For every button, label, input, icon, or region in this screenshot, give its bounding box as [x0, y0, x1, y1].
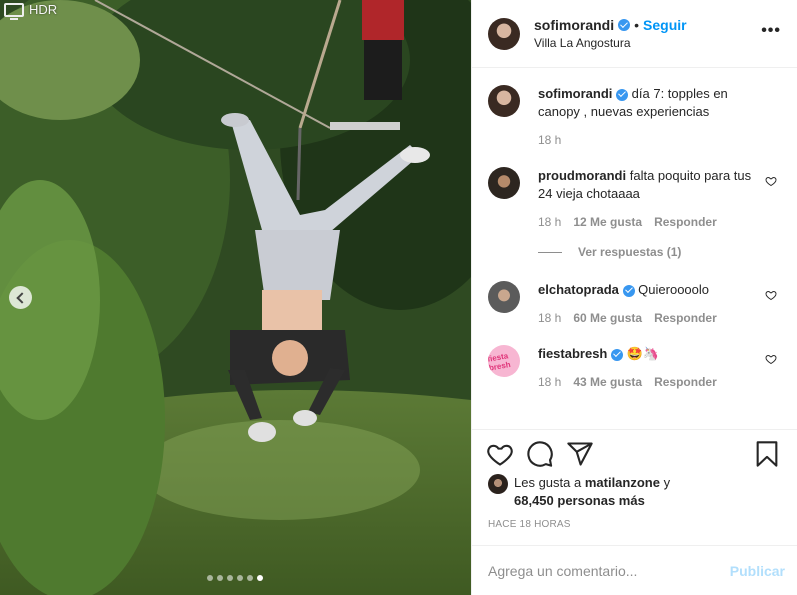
comment-likes[interactable]: 12 Me gusta — [573, 213, 642, 231]
replies-line — [538, 251, 562, 253]
comment-item: proudmorandi falta poquito para tus 24 v… — [488, 167, 781, 231]
view-replies-button[interactable]: Ver respuestas (1) — [538, 245, 781, 259]
separator-dot: • — [634, 17, 640, 33]
verified-badge-icon — [611, 348, 623, 361]
comment-username[interactable]: proudmorandi — [538, 168, 626, 183]
carousel-dots — [207, 575, 263, 581]
verified-badge-icon — [616, 88, 629, 101]
comment-heart-icon[interactable] — [765, 289, 777, 301]
author-avatar[interactable] — [488, 17, 520, 50]
photo-scene — [0, 0, 471, 595]
post-caption: sofimorandi día 7: topples en canopy , n… — [488, 85, 781, 149]
comment-username[interactable]: fiestabresh — [538, 346, 607, 361]
likes-conj: y — [663, 475, 671, 490]
reply-button[interactable]: Responder — [654, 373, 717, 391]
likes-count[interactable]: 68,450 personas más — [514, 493, 645, 508]
post-side-panel: sofimorandi • Seguir Villa La Angostura … — [471, 0, 797, 595]
avatar-logo-text: fiesta bresh — [488, 351, 512, 373]
tv-icon — [4, 2, 24, 20]
comment-heart-icon[interactable] — [765, 175, 777, 187]
heart-icon[interactable] — [486, 440, 514, 468]
comment-item: elchatoprada Quieroooolo 18 h 60 Me gust… — [488, 281, 781, 327]
commenter-avatar[interactable] — [488, 281, 520, 313]
reply-button[interactable]: Responder — [654, 213, 717, 231]
hdr-indicator: HDR — [4, 2, 58, 20]
comment-icon[interactable] — [526, 440, 554, 468]
hdr-label: HDR — [29, 2, 58, 17]
carousel-dot-active — [257, 575, 263, 581]
commenter-avatar[interactable] — [488, 167, 520, 199]
comment-username[interactable]: elchatoprada — [538, 282, 619, 297]
liker-username[interactable]: matilanzone — [585, 475, 660, 490]
comments-list: sofimorandi día 7: topples en canopy , n… — [472, 69, 797, 429]
more-options-icon[interactable]: ••• — [761, 22, 781, 46]
comment-text: Quieroooolo — [638, 282, 709, 297]
author-info: sofimorandi • Seguir Villa La Angostura — [534, 17, 761, 50]
verified-badge-icon — [622, 284, 635, 297]
bookmark-icon[interactable] — [753, 440, 781, 468]
post-age[interactable]: HACE 18 HORAS — [488, 519, 571, 530]
paper-plane-icon[interactable] — [566, 440, 594, 468]
liker-avatar[interactable] — [488, 474, 508, 494]
view-replies-label: Ver respuestas (1) — [578, 245, 682, 259]
carousel-dot — [237, 575, 243, 581]
caption-time[interactable]: 18 h — [538, 131, 561, 149]
comment-text: 🤩🦄 — [626, 346, 659, 361]
comment-time[interactable]: 18 h — [538, 373, 561, 391]
caption-username[interactable]: sofimorandi — [538, 86, 612, 101]
instagram-post-window: HDR sofimorandi • Seguir Villa La Angost… — [0, 0, 797, 595]
add-comment-bar: Publicar — [472, 545, 797, 595]
post-photo[interactable]: HDR — [0, 0, 471, 595]
comment-likes[interactable]: 43 Me gusta — [573, 373, 642, 391]
caption-avatar[interactable] — [488, 85, 520, 117]
comment-heart-icon[interactable] — [765, 353, 777, 365]
post-location[interactable]: Villa La Angostura — [534, 36, 761, 50]
likes-summary: Les gusta a matilanzone y 68,450 persona… — [488, 474, 781, 510]
author-username[interactable]: sofimorandi — [534, 17, 614, 33]
post-header: sofimorandi • Seguir Villa La Angostura … — [472, 0, 797, 68]
commenter-avatar[interactable]: fiesta bresh — [488, 345, 520, 377]
reply-button[interactable]: Responder — [654, 309, 717, 327]
likes-prefix: Les gusta a — [514, 475, 582, 490]
carousel-dot — [217, 575, 223, 581]
comment-time[interactable]: 18 h — [538, 309, 561, 327]
publish-button[interactable]: Publicar — [730, 563, 785, 579]
carousel-dot — [227, 575, 233, 581]
comment-likes[interactable]: 60 Me gusta — [573, 309, 642, 327]
carousel-dot — [207, 575, 213, 581]
follow-button[interactable]: Seguir — [643, 17, 687, 33]
carousel-prev-button[interactable] — [9, 286, 32, 309]
carousel-dot — [247, 575, 253, 581]
comment-time[interactable]: 18 h — [538, 213, 561, 231]
post-actions — [472, 429, 797, 479]
comment-input[interactable] — [488, 562, 730, 579]
comment-item: fiesta bresh fiestabresh 🤩🦄 18 h 43 Me g… — [488, 345, 781, 391]
verified-badge-icon — [618, 19, 631, 31]
